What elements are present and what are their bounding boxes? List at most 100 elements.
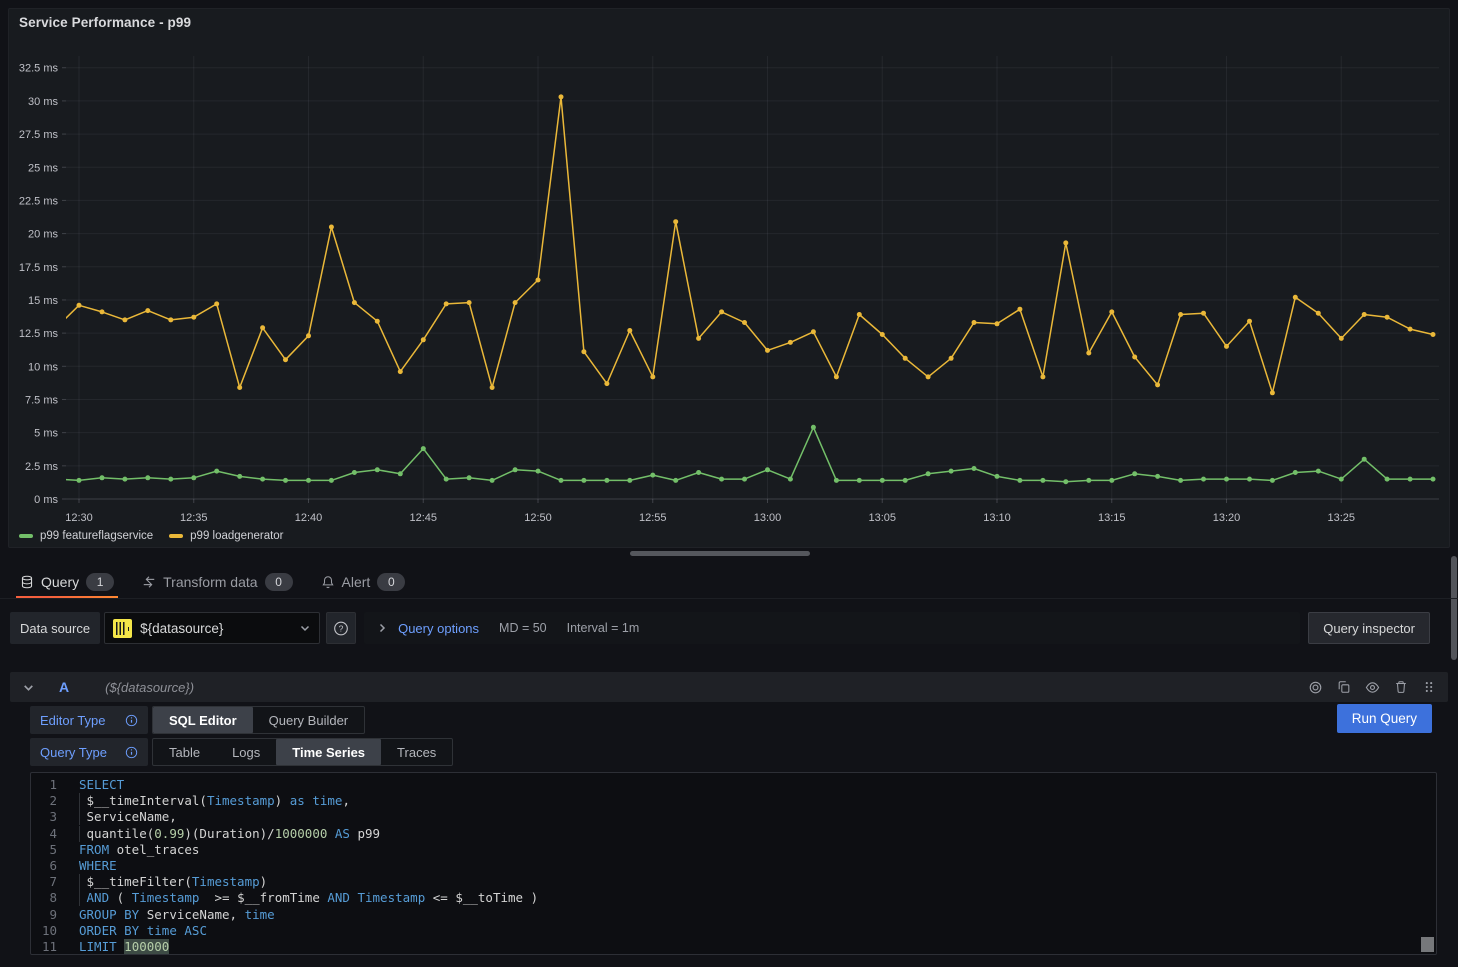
- line-number: 7: [31, 874, 79, 890]
- legend-series-label: p99 featureflagservice: [40, 530, 153, 542]
- remove-query-icon[interactable]: [1394, 680, 1408, 694]
- editor-type-label-text: Editor Type: [40, 713, 106, 728]
- query-inspector-button[interactable]: Query inspector: [1308, 612, 1430, 644]
- legend-series-dash-icon: [19, 534, 33, 538]
- svg-text:10 ms: 10 ms: [28, 361, 58, 373]
- page-vertical-scrollbar[interactable]: [1451, 556, 1457, 660]
- editor-type-query-builder[interactable]: Query Builder: [253, 707, 364, 733]
- code-text: quantile(0.99)(Duration)/1000000 AS p99: [79, 826, 380, 842]
- svg-text:32.5 ms: 32.5 ms: [19, 63, 59, 75]
- svg-text:12.5 ms: 12.5 ms: [19, 328, 59, 340]
- editor-scrollbar-thumb[interactable]: [1421, 937, 1434, 952]
- chart-legend: p99 featureflagservice p99 loadgenerator: [19, 530, 284, 542]
- code-text: FROM otel_traces: [79, 842, 199, 858]
- line-number: 4: [31, 826, 79, 842]
- datasource-help-button[interactable]: ?: [326, 612, 356, 644]
- line-number: 9: [31, 907, 79, 923]
- tab-count-badge: 0: [265, 573, 293, 591]
- info-icon[interactable]: [125, 746, 138, 759]
- tab-divider: [0, 598, 1458, 599]
- help-icon: ?: [333, 620, 349, 637]
- line-number: 10: [31, 923, 79, 939]
- timeseries-chart[interactable]: 0 ms2.5 ms5 ms7.5 ms10 ms12.5 ms15 ms17.…: [9, 9, 1449, 547]
- svg-text:0 ms: 0 ms: [34, 494, 58, 506]
- svg-text:13:05: 13:05: [868, 512, 896, 524]
- tab-label: Transform data: [163, 574, 257, 590]
- line-number: 2: [31, 793, 79, 809]
- disable-query-icon[interactable]: [1308, 680, 1323, 695]
- query-row-header[interactable]: A (${datasource}): [10, 672, 1448, 702]
- timeseries-panel: Service Performance - p99 0 ms2.5 ms5 ms…: [8, 8, 1450, 548]
- run-query-button[interactable]: Run Query: [1337, 704, 1432, 733]
- drag-handle-icon[interactable]: [1422, 680, 1436, 694]
- svg-text:27.5 ms: 27.5 ms: [19, 129, 59, 141]
- query-type-switcher: TableLogsTime SeriesTraces: [152, 738, 453, 766]
- query-type-traces[interactable]: Traces: [381, 739, 452, 765]
- editor-type-label: Editor Type: [30, 706, 148, 734]
- tab-count-badge: 0: [377, 573, 405, 591]
- tab-alert[interactable]: Alert 0: [319, 566, 408, 598]
- line-number: 5: [31, 842, 79, 858]
- tab-label: Alert: [342, 574, 371, 590]
- tab-count-badge: 1: [86, 573, 114, 591]
- query-options-md: MD = 50: [499, 621, 547, 635]
- query-type-time-series[interactable]: Time Series: [276, 739, 381, 765]
- grafana-panel-edit-view: Service Performance - p99 0 ms2.5 ms5 ms…: [0, 0, 1458, 967]
- query-ref-name: A: [59, 679, 69, 695]
- legend-series-dash-icon: [169, 534, 183, 538]
- svg-text:12:45: 12:45: [409, 512, 437, 524]
- datasource-picker[interactable]: ${datasource}: [104, 612, 320, 644]
- svg-text:?: ?: [339, 623, 344, 633]
- query-type-table[interactable]: Table: [153, 739, 216, 765]
- code-line: 11LIMIT 100000: [31, 939, 1436, 955]
- query-type-logs[interactable]: Logs: [216, 739, 276, 765]
- code-text: WHERE: [79, 858, 117, 874]
- code-line: 4 quantile(0.99)(Duration)/1000000 AS p9…: [31, 826, 1436, 842]
- code-line: 2 $__timeInterval(Timestamp) as time,: [31, 793, 1436, 809]
- series-p99-featureflagservice: [54, 425, 1436, 484]
- code-text: ORDER BY time ASC: [79, 923, 207, 939]
- svg-text:13:10: 13:10: [983, 512, 1011, 524]
- panel-horizontal-scrollbar[interactable]: [630, 551, 810, 556]
- tab-transform-data[interactable]: Transform data 0: [140, 566, 294, 598]
- chevron-right-icon: [376, 622, 388, 634]
- query-options-toggle[interactable]: Query options: [398, 621, 479, 636]
- line-number: 1: [31, 777, 79, 793]
- query-editor-card: A (${datasource}) Editor Type SQL Editor…: [10, 672, 1448, 955]
- svg-text:13:15: 13:15: [1098, 512, 1126, 524]
- code-text: LIMIT 100000: [79, 939, 169, 955]
- editor-type-sql-editor[interactable]: SQL Editor: [153, 707, 253, 733]
- legend-item-p99-loadgenerator[interactable]: p99 loadgenerator: [169, 530, 283, 542]
- hide-response-icon[interactable]: [1365, 680, 1380, 695]
- duplicate-query-icon[interactable]: [1337, 680, 1351, 694]
- svg-text:13:25: 13:25: [1327, 512, 1355, 524]
- code-line: 7 $__timeFilter(Timestamp): [31, 874, 1436, 890]
- legend-series-label: p99 loadgenerator: [190, 530, 283, 542]
- svg-text:7.5 ms: 7.5 ms: [25, 394, 59, 406]
- code-text: $__timeInterval(Timestamp) as time,: [79, 793, 350, 809]
- line-number: 8: [31, 890, 79, 906]
- svg-text:5 ms: 5 ms: [34, 428, 58, 440]
- collapse-chevron-icon[interactable]: [22, 681, 35, 694]
- editor-type-switcher: SQL EditorQuery Builder: [152, 706, 365, 734]
- svg-text:2.5 ms: 2.5 ms: [25, 461, 59, 473]
- query-type-label-text: Query Type: [40, 745, 107, 760]
- sql-code-editor[interactable]: 1SELECT2 $__timeInterval(Timestamp) as t…: [30, 772, 1437, 955]
- info-icon[interactable]: [125, 714, 138, 727]
- query-header-actions: [1308, 680, 1436, 695]
- code-text: GROUP BY ServiceName, time: [79, 907, 275, 923]
- svg-text:17.5 ms: 17.5 ms: [19, 262, 59, 274]
- tab-query[interactable]: Query1: [18, 566, 116, 598]
- svg-text:25 ms: 25 ms: [28, 162, 58, 174]
- query-type-row: Query Type TableLogsTime SeriesTraces: [30, 738, 453, 766]
- editor-tabs: Query1 Transform data 0 Alert 0: [8, 566, 407, 598]
- query-type-label: Query Type: [30, 738, 148, 766]
- clickhouse-logo-icon: [113, 619, 132, 638]
- legend-item-p99-featureflagservice[interactable]: p99 featureflagservice: [19, 530, 153, 542]
- code-text: SELECT: [79, 777, 124, 793]
- svg-text:20 ms: 20 ms: [28, 229, 58, 241]
- svg-text:12:50: 12:50: [524, 512, 552, 524]
- code-line: 8 AND ( Timestamp >= $__fromTime AND Tim…: [31, 890, 1436, 906]
- query-options-bar[interactable]: Query options MD = 50 Interval = 1m: [364, 612, 1300, 644]
- code-line: 10ORDER BY time ASC: [31, 923, 1436, 939]
